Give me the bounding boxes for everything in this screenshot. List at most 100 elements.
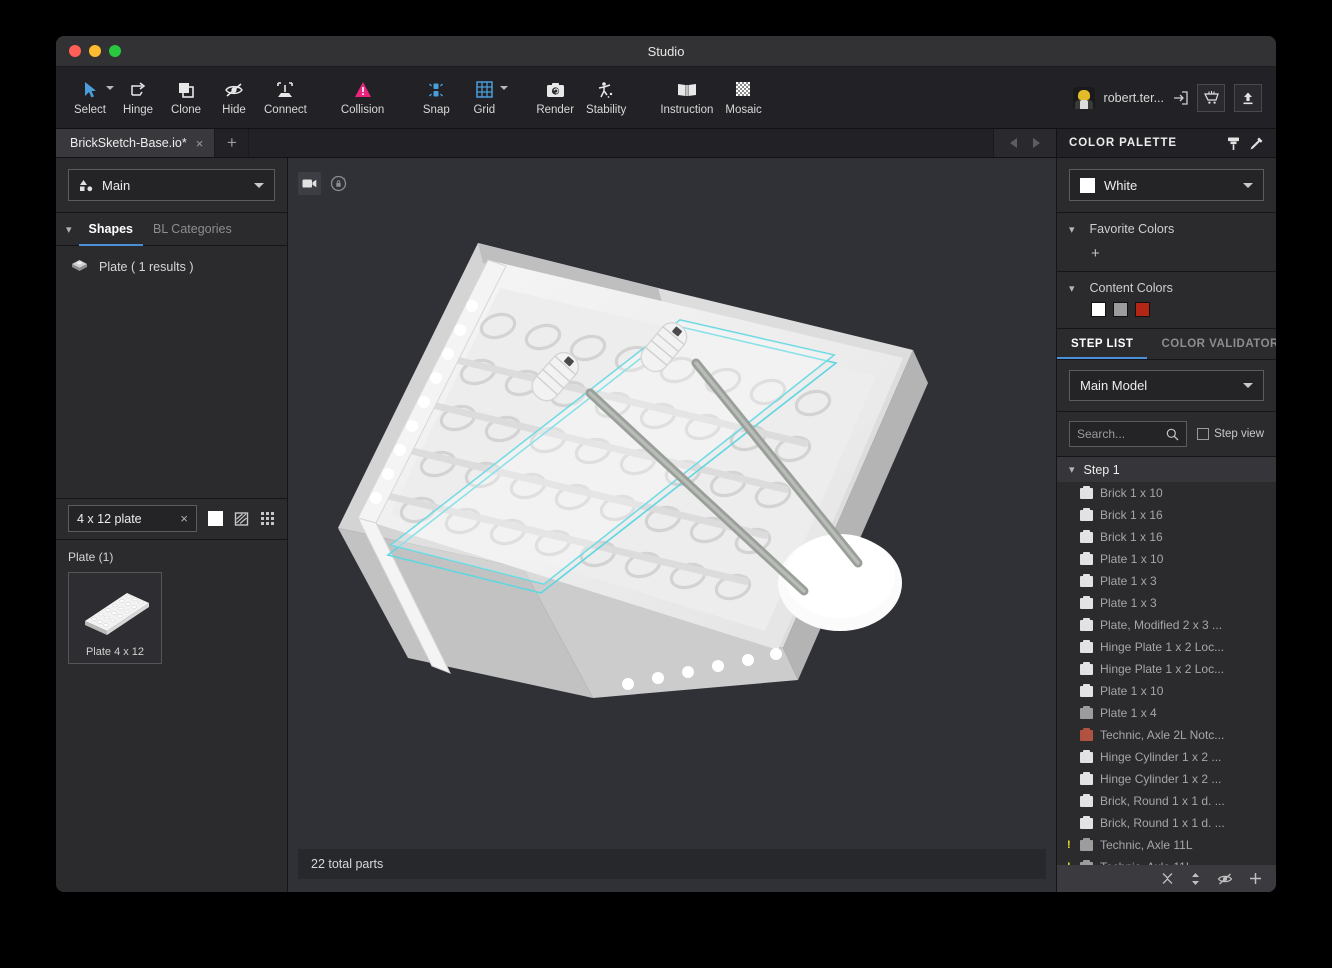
hinge-icon xyxy=(129,80,147,100)
cart-icon xyxy=(1203,90,1219,105)
part-search-input[interactable]: 4 x 12 plate × xyxy=(68,505,197,532)
camera-icon xyxy=(546,80,565,100)
chevron-down-icon[interactable] xyxy=(106,85,114,90)
step-part-row[interactable]: ! Technic, Axle 11L xyxy=(1057,834,1276,856)
tabbar-filler xyxy=(249,129,994,157)
step-part-row[interactable]: Plate 1 x 10 xyxy=(1057,548,1276,570)
pattern-filter-icon[interactable] xyxy=(234,511,249,527)
sort-icon[interactable] xyxy=(1190,872,1201,886)
clone-icon xyxy=(177,80,195,100)
minimize-window-button[interactable] xyxy=(89,45,101,57)
shape-result-plate[interactable]: Plate ( 1 results ) xyxy=(56,254,287,279)
step-part-row[interactable]: Plate, Modified 2 x 3 ... xyxy=(1057,614,1276,636)
part-card-label: Plate 4 x 12 xyxy=(85,645,145,658)
toolbar-stability[interactable]: Stability xyxy=(580,70,632,126)
toolbar-connect[interactable]: Connect xyxy=(258,70,313,126)
step-part-label: Plate 1 x 10 xyxy=(1100,552,1164,566)
document-tab[interactable]: BrickSketch-Base.io* × xyxy=(56,129,216,157)
grid-view-icon[interactable] xyxy=(260,511,275,526)
new-tab-button[interactable]: + xyxy=(215,129,250,157)
step-part-row[interactable]: Hinge Plate 1 x 2 Loc... xyxy=(1057,658,1276,680)
brick-icon xyxy=(1080,529,1093,543)
toolbar-mosaic[interactable]: Mosaic xyxy=(719,70,767,126)
content-color-swatch[interactable] xyxy=(1135,302,1150,317)
content-color-swatch[interactable] xyxy=(1091,302,1106,317)
document-tab-label: BrickSketch-Base.io* xyxy=(70,136,187,150)
step-part-row[interactable]: Brick, Round 1 x 1 d. ... xyxy=(1057,812,1276,834)
step-part-row[interactable]: Plate 1 x 3 xyxy=(1057,570,1276,592)
brick-icon xyxy=(1080,639,1093,653)
viewport-camera-button[interactable] xyxy=(298,172,321,195)
step-part-row[interactable]: Brick 1 x 16 xyxy=(1057,504,1276,526)
chevron-down-icon[interactable] xyxy=(500,85,509,90)
content-colors-header[interactable]: ▾ Content Colors xyxy=(1057,272,1276,302)
tab-bl-categories[interactable]: BL Categories xyxy=(143,213,242,246)
right-panel: White ▾ Favorite Colors + ▾ Content Colo… xyxy=(1056,158,1276,892)
tab-color-validator[interactable]: COLOR VALIDATOR xyxy=(1147,329,1276,359)
upload-button[interactable] xyxy=(1234,83,1262,112)
nav-prev-icon[interactable] xyxy=(1010,138,1018,148)
toolbar-hide[interactable]: Hide xyxy=(210,70,258,126)
step-part-row[interactable]: Hinge Cylinder 1 x 2 ... xyxy=(1057,768,1276,790)
hide-icon[interactable] xyxy=(1217,872,1233,886)
step-parts-list[interactable]: Brick 1 x 10 Brick 1 x 16 Brick 1 x 16 Plat… xyxy=(1057,482,1276,865)
step-part-row[interactable]: Technic, Axle 2L Notc... xyxy=(1057,724,1276,746)
content-color-swatch[interactable] xyxy=(1113,302,1128,317)
nav-next-icon[interactable] xyxy=(1032,138,1040,148)
toolbar-clone[interactable]: Clone xyxy=(162,70,210,126)
color-filter-swatch[interactable] xyxy=(208,511,223,526)
search-icon[interactable] xyxy=(1166,428,1179,441)
toolbar-snap[interactable]: Snap xyxy=(412,70,460,126)
step-part-row[interactable]: Brick, Round 1 x 1 d. ... xyxy=(1057,790,1276,812)
cart-button[interactable] xyxy=(1197,83,1225,112)
shape-results-list: Plate ( 1 results ) xyxy=(56,246,287,498)
toolbar-collision[interactable]: Collision xyxy=(335,70,390,126)
step-search-input[interactable]: Search... xyxy=(1069,421,1188,447)
3d-viewport[interactable]: 22 total parts xyxy=(288,158,1056,892)
content-colors-swatches xyxy=(1057,302,1276,328)
close-icon[interactable]: × xyxy=(196,136,204,151)
step-view-toggle[interactable]: Step view xyxy=(1197,428,1264,440)
step-part-label: Brick 1 x 10 xyxy=(1100,486,1163,500)
step-part-row[interactable]: Hinge Cylinder 1 x 2 ... xyxy=(1057,746,1276,768)
step-group-header[interactable]: ▾ Step 1 xyxy=(1057,457,1276,482)
step-view-checkbox[interactable] xyxy=(1197,428,1210,440)
color-dropdown[interactable]: White xyxy=(1069,169,1264,201)
model-dropdown[interactable]: Main xyxy=(68,169,275,201)
viewport-rotate-lock-button[interactable] xyxy=(327,172,350,195)
toolbar-hide-label: Hide xyxy=(222,103,246,116)
step-part-row[interactable]: Plate 1 x 4 xyxy=(1057,702,1276,724)
toolbar-grid[interactable]: Grid xyxy=(460,70,509,126)
step-part-row[interactable]: ! Technic, Axle 11L xyxy=(1057,856,1276,865)
part-card-plate-4x12[interactable]: Plate 4 x 12 xyxy=(68,571,162,664)
step-part-row[interactable]: Brick 1 x 16 xyxy=(1057,526,1276,548)
parts-results-area: Plate (1) Plate 4 x 12 xyxy=(56,540,287,674)
step-part-row[interactable]: Hinge Plate 1 x 2 Loc... xyxy=(1057,636,1276,658)
step-model-dropdown[interactable]: Main Model xyxy=(1069,370,1264,401)
chevron-down-icon[interactable]: ▾ xyxy=(66,223,72,236)
viewport-tools xyxy=(298,172,350,195)
avatar[interactable] xyxy=(1072,86,1095,109)
collapse-icon[interactable] xyxy=(1161,872,1174,885)
paint-roller-icon[interactable] xyxy=(1226,136,1241,151)
step-part-row[interactable]: Plate 1 x 3 xyxy=(1057,592,1276,614)
maximize-window-button[interactable] xyxy=(109,45,121,57)
toolbar-instruction-label: Instruction xyxy=(660,103,714,116)
clear-icon[interactable]: × xyxy=(180,511,188,526)
logout-icon[interactable] xyxy=(1173,90,1188,105)
favorite-colors-header[interactable]: ▾ Favorite Colors xyxy=(1057,213,1276,243)
step-part-row[interactable]: Brick 1 x 10 xyxy=(1057,482,1276,504)
toolbar-hinge-label: Hinge xyxy=(122,103,154,116)
tab-shapes[interactable]: Shapes xyxy=(79,213,143,246)
toolbar-hinge[interactable]: Hinge xyxy=(114,70,162,126)
close-window-button[interactable] xyxy=(69,45,81,57)
toolbar-instruction[interactable]: Instruction xyxy=(654,70,719,126)
add-icon[interactable] xyxy=(1249,872,1262,885)
toolbar-render[interactable]: Render xyxy=(530,70,580,126)
eyedropper-icon[interactable] xyxy=(1249,136,1264,151)
toolbar-select[interactable]: Select xyxy=(66,70,114,126)
add-favorite-color-button[interactable]: + xyxy=(1057,243,1276,271)
tab-step-list[interactable]: STEP LIST xyxy=(1057,329,1147,359)
step-part-row[interactable]: Plate 1 x 10 xyxy=(1057,680,1276,702)
chevron-down-icon: ▾ xyxy=(1069,282,1075,295)
